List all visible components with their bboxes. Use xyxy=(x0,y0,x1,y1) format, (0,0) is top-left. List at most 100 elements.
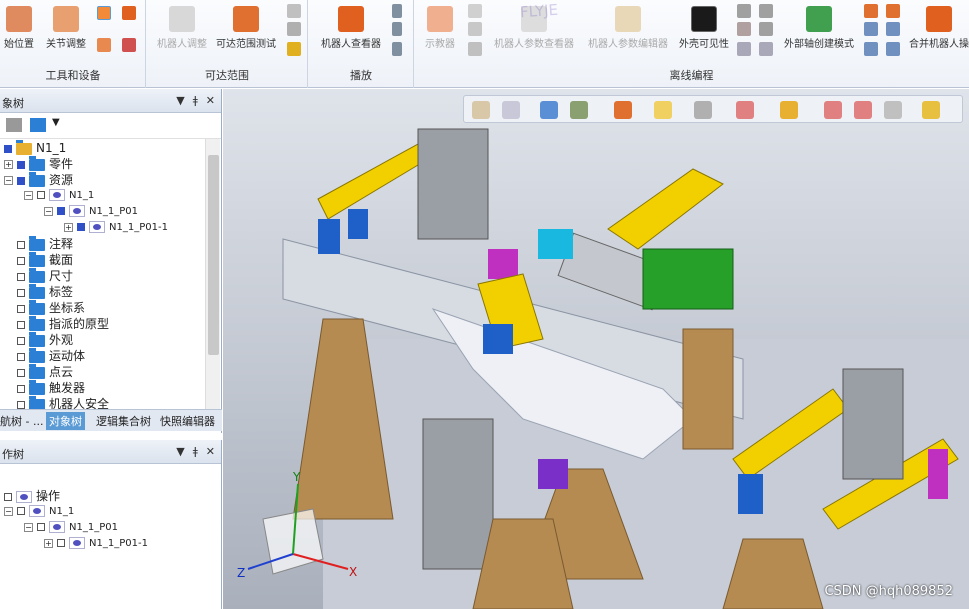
zoom-fit-icon[interactable] xyxy=(502,101,520,119)
path-alt-icon[interactable] xyxy=(287,22,301,36)
jump-icon[interactable] xyxy=(287,42,301,56)
robot-adjust-button[interactable]: 机器人调整 xyxy=(152,6,212,50)
dropdown-icon[interactable]: ▼ xyxy=(176,445,184,458)
stop-icon[interactable] xyxy=(392,42,402,56)
expand-icon[interactable]: + xyxy=(64,222,73,232)
tree-item[interactable]: 指派的原型 xyxy=(4,315,109,332)
filter-icon[interactable] xyxy=(780,101,798,119)
pick-icon[interactable] xyxy=(854,101,872,119)
robot-alt-icon[interactable] xyxy=(122,6,136,20)
tree-root[interactable]: N1_1 xyxy=(4,139,66,156)
visibility-checkbox[interactable] xyxy=(17,400,25,409)
target-icon[interactable] xyxy=(540,101,558,119)
visibility-checkbox[interactable] xyxy=(17,176,25,185)
tab-snapshot-editor[interactable]: 快照编辑器 xyxy=(160,413,215,429)
edit-icon[interactable] xyxy=(468,22,482,36)
delete-icon[interactable] xyxy=(468,42,482,56)
tree-item[interactable]: 标签 xyxy=(4,283,73,300)
shading-icon[interactable] xyxy=(614,101,632,119)
merge-robot-button[interactable]: 合并机器人操 xyxy=(904,6,969,50)
tree-item[interactable]: + N1_1_P01-1 xyxy=(44,536,148,552)
visibility-checkbox[interactable] xyxy=(17,240,25,249)
expand-icon[interactable]: + xyxy=(44,538,53,548)
close-icon[interactable]: ✕ xyxy=(206,445,215,458)
vertical-scrollbar[interactable] xyxy=(205,139,220,409)
visibility-checkbox[interactable] xyxy=(17,352,25,361)
kinematics-alt-icon[interactable] xyxy=(759,4,773,18)
axis-icon[interactable] xyxy=(737,42,751,56)
pin-icon[interactable]: ǂ xyxy=(193,445,198,458)
visibility-checkbox[interactable] xyxy=(17,272,25,281)
tree-item[interactable]: − N1_1_P01 xyxy=(44,204,138,220)
visibility-checkbox[interactable] xyxy=(4,144,12,153)
visibility-checkbox[interactable] xyxy=(17,256,25,265)
collapse-icon[interactable]: − xyxy=(24,522,33,532)
tree-item[interactable]: 运动体 xyxy=(4,347,85,364)
folder-new-icon[interactable] xyxy=(6,118,22,132)
collapse-icon[interactable]: − xyxy=(4,506,13,516)
robot-tool-icon[interactable] xyxy=(864,4,878,18)
tree-item[interactable]: + 零件 xyxy=(4,155,73,172)
tree-item[interactable]: − N1_1 xyxy=(24,188,94,204)
measure-icon[interactable] xyxy=(694,101,712,119)
tab-navigation-tree[interactable]: 航树 - ... xyxy=(0,413,43,429)
distribute-icon[interactable] xyxy=(864,42,878,56)
robot-small-icon[interactable] xyxy=(97,38,111,52)
tree-item[interactable]: + N1_1_P01-1 xyxy=(64,220,168,236)
zoom-in-icon[interactable] xyxy=(472,101,490,119)
path-icon[interactable] xyxy=(287,4,301,18)
plus-icon[interactable] xyxy=(468,4,482,18)
tree-item[interactable]: 尺寸 xyxy=(4,267,73,284)
expand-icon[interactable]: + xyxy=(4,160,13,169)
frame-icon[interactable] xyxy=(737,22,751,36)
robot-delete-icon[interactable] xyxy=(122,38,136,52)
box-icon[interactable] xyxy=(736,101,754,119)
tree-item[interactable]: 外观 xyxy=(4,331,73,348)
visibility-checkbox[interactable] xyxy=(4,492,12,501)
snap-icon[interactable] xyxy=(824,101,842,119)
tree-item[interactable]: 触发器 xyxy=(4,379,85,396)
home-position-button[interactable]: 始位置 xyxy=(0,6,38,50)
light-icon[interactable] xyxy=(654,101,672,119)
external-axis-mode-button[interactable]: 外部轴创建模式 xyxy=(778,6,860,50)
dropdown-icon[interactable]: ▼ xyxy=(176,94,184,107)
joint-adjust-button[interactable]: 关节调整 xyxy=(40,6,92,50)
tree-item[interactable]: − N1_1_P01 xyxy=(24,520,118,536)
view-cube-icon[interactable] xyxy=(570,101,588,119)
robot-params-editor-button[interactable]: 机器人参数编辑器 xyxy=(582,6,674,50)
reach-test-button[interactable]: 可达范围测试 xyxy=(212,6,280,50)
kinematics-icon[interactable] xyxy=(737,4,751,18)
tree-item[interactable]: 点云 xyxy=(4,363,73,380)
step-icon[interactable] xyxy=(392,22,402,36)
visibility-checkbox[interactable] xyxy=(17,336,25,345)
visibility-checkbox[interactable] xyxy=(17,384,25,393)
visibility-checkbox[interactable] xyxy=(17,368,25,377)
tree-item[interactable]: 注释 xyxy=(4,235,73,252)
tree-item[interactable]: 截面 xyxy=(4,251,73,268)
chevron-down-icon[interactable]: ▼ xyxy=(52,117,60,128)
ruler-icon[interactable] xyxy=(922,101,940,119)
collapse-icon[interactable]: − xyxy=(4,176,13,185)
filter-icon[interactable] xyxy=(30,118,46,132)
align-alt-icon[interactable] xyxy=(886,22,900,36)
scroll-thumb[interactable] xyxy=(208,155,219,355)
tree-item[interactable]: 操作 xyxy=(4,488,60,504)
visibility-checkbox[interactable] xyxy=(37,191,45,199)
visibility-checkbox[interactable] xyxy=(57,207,65,215)
tab-logical-collection-tree[interactable]: 逻辑集合树 xyxy=(96,413,151,429)
pin-icon[interactable]: ǂ xyxy=(193,94,198,107)
align-icon[interactable] xyxy=(864,22,878,36)
select-icon[interactable] xyxy=(884,101,902,119)
close-icon[interactable]: ✕ xyxy=(206,94,215,107)
visibility-checkbox[interactable] xyxy=(77,223,85,231)
teach-pendant-button[interactable]: 示教器 xyxy=(418,6,462,50)
frame-alt-icon[interactable] xyxy=(759,22,773,36)
distribute-alt-icon[interactable] xyxy=(886,42,900,56)
visibility-checkbox[interactable] xyxy=(17,288,25,297)
collapse-icon[interactable]: − xyxy=(24,190,33,200)
tab-object-tree[interactable]: 对象树 xyxy=(46,412,85,430)
tree-item[interactable]: − 资源 xyxy=(4,171,73,188)
visibility-checkbox[interactable] xyxy=(57,539,65,547)
collapse-icon[interactable]: − xyxy=(44,206,53,216)
axis-alt-icon[interactable] xyxy=(759,42,773,56)
